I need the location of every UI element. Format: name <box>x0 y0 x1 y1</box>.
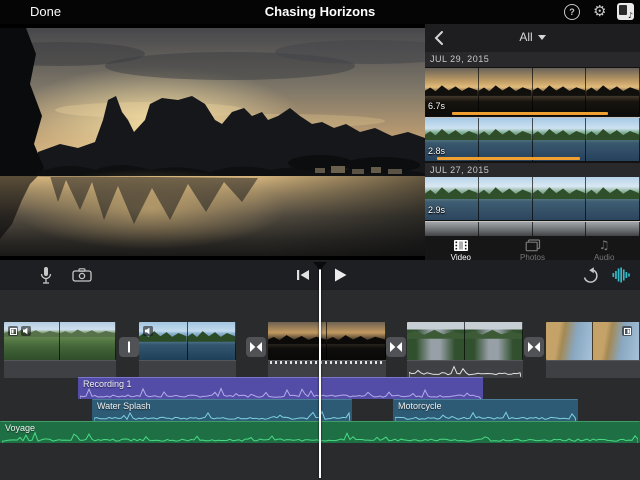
audio-track-motorcycle[interactable]: Motorcycle <box>393 399 578 421</box>
clip-lower-section <box>407 360 523 378</box>
timeline-clip-road[interactable] <box>407 322 523 360</box>
photos-tab-icon <box>525 239 541 252</box>
mute-badge-icon <box>143 326 153 336</box>
transition-dissolve-icon[interactable] <box>524 337 544 357</box>
media-filter-dropdown[interactable]: All <box>425 30 640 44</box>
top-navigation-bar: Done Chasing Horizons ? ⚙ ♪ <box>0 0 640 24</box>
media-clip-partial[interactable] <box>425 222 640 236</box>
transition-dissolve-icon[interactable] <box>246 337 266 357</box>
video-preview[interactable] <box>0 24 425 262</box>
clip-lower-section <box>139 360 236 378</box>
chevron-down-icon <box>538 35 546 40</box>
media-clip-sunset[interactable]: 6.7s <box>425 68 640 116</box>
clip-duration: 2.9s <box>428 205 445 215</box>
microphone-icon[interactable] <box>36 260 56 290</box>
timeline-clip-sunset[interactable] <box>268 322 386 360</box>
clip-audio-dots <box>270 361 384 364</box>
project-title: Chasing Horizons <box>0 4 640 19</box>
date-header: JUL 27, 2015 <box>425 163 640 178</box>
media-browser-panel: All JUL 29, 2015 6.7s 2.8s JUL 27, 2015 … <box>425 24 640 264</box>
media-clip-lake-day[interactable]: 2.8s <box>425 118 640 161</box>
clip-audio-waveform <box>409 363 521 377</box>
filmstrip-thumbnails <box>425 222 640 236</box>
camera-icon[interactable] <box>70 260 94 290</box>
media-filter-label: All <box>519 30 532 44</box>
media-library-screen <box>619 5 627 15</box>
media-library-icon[interactable]: ♪ <box>617 3 634 20</box>
playhead-marker <box>313 262 327 270</box>
clip-duration: 2.8s <box>428 146 445 156</box>
audio-waveform <box>94 410 350 421</box>
filmstrip-thumbnails <box>425 118 640 161</box>
audio-track-recording[interactable]: Recording 1 <box>78 377 483 399</box>
range-badge-icon <box>8 326 18 336</box>
help-icon[interactable]: ? <box>564 4 580 20</box>
imovie-app: Done Chasing Horizons ? ⚙ ♪ <box>0 0 640 480</box>
playhead-line[interactable] <box>319 264 321 478</box>
transition-none-icon[interactable] <box>119 337 139 357</box>
audio-tab-icon: ♫ <box>599 239 610 252</box>
media-clip-lake-day-2[interactable]: 2.9s <box>425 177 640 220</box>
undo-icon[interactable] <box>578 260 600 290</box>
audio-track-water-splash[interactable]: Water Splash <box>92 399 352 421</box>
clip-lower-section <box>4 360 116 378</box>
audio-waveform <box>395 410 576 421</box>
audio-waveform-icon[interactable] <box>610 260 632 290</box>
usage-indicator <box>452 112 608 115</box>
skip-to-start-icon[interactable] <box>294 260 312 290</box>
clip-lower-section <box>546 360 640 378</box>
music-note-glyph: ♪ <box>628 11 633 20</box>
audio-waveform <box>80 387 481 399</box>
play-button[interactable] <box>330 260 350 290</box>
date-header: JUL 29, 2015 <box>425 52 640 67</box>
timeline-clip-lake[interactable] <box>139 322 236 360</box>
clip-duration: 6.7s <box>428 101 445 111</box>
filmstrip-thumbnails <box>425 177 640 220</box>
usage-indicator <box>437 157 580 160</box>
video-tab-icon <box>453 239 469 252</box>
media-browser-header: All <box>425 24 640 53</box>
transition-dissolve-icon[interactable] <box>386 337 406 357</box>
gear-icon[interactable]: ⚙ <box>593 2 606 20</box>
mute-badge-icon <box>21 326 31 336</box>
range-badge-icon <box>622 326 632 336</box>
filmstrip-thumbnails <box>425 68 640 116</box>
preview-frame-sunset-lake <box>0 24 425 262</box>
